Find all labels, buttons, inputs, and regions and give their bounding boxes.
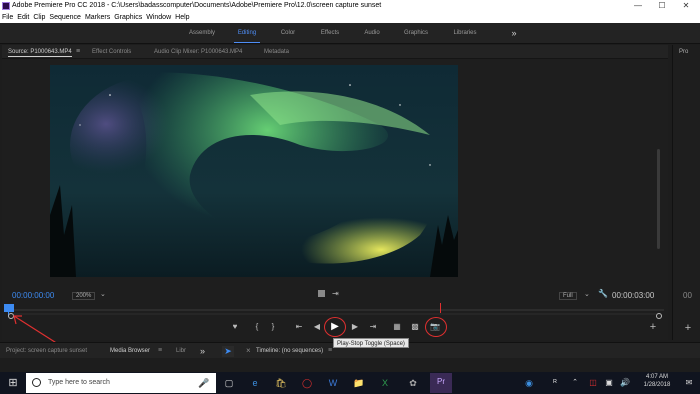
tab-project[interactable]: Project: screen capture sunset [6, 343, 87, 359]
search-icon [32, 378, 41, 387]
duration-timecode: 00:00:03:00 [612, 291, 655, 300]
export-frame-highlight [425, 317, 447, 337]
out-handle[interactable] [656, 313, 662, 319]
chrome-icon[interactable]: ◉ [520, 374, 538, 392]
go-to-in-icon[interactable]: ⇤ [292, 320, 306, 334]
step-back-icon[interactable]: ◀ [310, 320, 324, 334]
workspace-tab-editing[interactable]: Editing [229, 23, 265, 44]
transport-controls: ♥ { } ⇤ ◀ ▶ ▶ ⇥ ▦ ▩ 📷 + [0, 317, 700, 337]
menu-bar: File Edit Clip Sequence Markers Graphics Windo… [0, 12, 700, 23]
tab-libraries[interactable]: Libr [176, 343, 186, 359]
close-timeline-button[interactable]: × [246, 343, 251, 359]
add-button-icon[interactable]: + [646, 320, 660, 334]
tab-media-browser[interactable]: Media Browser [110, 343, 150, 359]
creative-cloud-icon[interactable]: ◯ [298, 374, 316, 392]
task-view-icon[interactable]: ▢ [220, 374, 238, 392]
menu-file[interactable]: File [2, 14, 13, 21]
window-title: Adobe Premiere Pro CC 2018 - C:\Users\ba… [12, 2, 382, 9]
lower-tabs-overflow[interactable]: » [200, 343, 205, 359]
menu-sequence[interactable]: Sequence [49, 14, 81, 21]
tab-metadata[interactable]: Metadata [264, 45, 289, 59]
taskbar-search-box[interactable]: Type here to search 🎤 [26, 373, 216, 393]
aurora-image [50, 65, 458, 277]
play-button-highlight [324, 317, 346, 337]
workspace-tab-color[interactable]: Color [272, 23, 304, 44]
menu-clip[interactable]: Clip [33, 14, 45, 21]
zoom-select[interactable]: 200% [72, 292, 96, 300]
windows-start-icon[interactable]: ⊞ [4, 374, 22, 392]
workspace-tab-libraries[interactable]: Libraries [446, 23, 484, 44]
menu-markers[interactable]: Markers [85, 14, 110, 21]
menu-window[interactable]: Window [146, 14, 171, 21]
time-ruler[interactable] [4, 303, 664, 315]
menu-edit[interactable]: Edit [17, 14, 29, 21]
insert-icon[interactable]: ▦ [390, 320, 404, 334]
step-forward-icon[interactable]: ▶ [348, 320, 362, 334]
resolution-select[interactable]: Full [559, 292, 577, 300]
maximize-button[interactable]: ☐ [652, 0, 672, 12]
minimize-button[interactable]: — [628, 0, 648, 12]
tab-effect-controls[interactable]: Effect Controls [92, 45, 131, 59]
clock[interactable]: 4:07 AM 1/28/2018 [638, 374, 676, 394]
search-placeholder: Type here to search [48, 379, 110, 386]
insert-marker-icon[interactable]: ⇥ [332, 289, 339, 298]
app-icon[interactable]: ✿ [404, 374, 422, 392]
wrench-icon[interactable]: 🔧 [598, 289, 608, 298]
active-tab-underline [8, 56, 72, 57]
mark-in-icon[interactable]: { [250, 320, 264, 334]
settings-marker-icon[interactable] [318, 290, 325, 297]
notifications-icon[interactable]: ✉ [680, 374, 698, 392]
workspaces-overflow-button[interactable]: » [506, 23, 522, 44]
workspace-tab-assembly[interactable]: Assembly [182, 23, 222, 44]
excel-icon[interactable]: X [376, 374, 394, 392]
zoom-dropdown-chevron-icon[interactable]: ⌄ [100, 290, 106, 298]
out-point-marker [440, 303, 441, 313]
current-timecode[interactable]: 00:00:00:00 [12, 291, 54, 300]
edge-browser-icon[interactable]: e [246, 374, 264, 392]
word-icon[interactable]: W [324, 374, 342, 392]
play-stop-tooltip: Play-Stop Toggle (Space) [333, 338, 409, 348]
timeline-menu[interactable]: ≡ [328, 343, 332, 359]
program-add-icon[interactable]: + [681, 321, 695, 335]
source-monitor-panel: Source: P1000643.MP4 ≡ Effect Controls A… [2, 45, 668, 340]
program-panel-edge: Pro 00 + [672, 45, 700, 340]
go-to-out-icon[interactable]: ⇥ [366, 320, 380, 334]
volume-icon[interactable]: 🔊 [616, 374, 634, 392]
title-bar: Adobe Premiere Pro CC 2018 - C:\Users\ba… [0, 0, 700, 12]
ruler-ticks [4, 309, 664, 315]
close-button[interactable]: ✕ [676, 0, 696, 12]
tab-timeline[interactable]: Timeline: (no sequences) [256, 343, 323, 359]
media-browser-menu[interactable]: ≡ [158, 343, 162, 359]
people-icon[interactable]: ᴿ [546, 374, 564, 392]
clock-date: 1/28/2018 [643, 382, 671, 388]
mark-out-icon[interactable]: } [266, 320, 280, 334]
resolution-dropdown-chevron-icon[interactable]: ⌄ [584, 290, 590, 298]
source-video-frame [50, 65, 458, 277]
menu-graphics[interactable]: Graphics [114, 14, 142, 21]
store-icon[interactable]: 🛍 [272, 374, 290, 392]
menu-help[interactable]: Help [175, 14, 189, 21]
workspace-bar: Assembly Editing Color Effects Audio Gra… [0, 23, 700, 44]
file-explorer-icon[interactable]: 📁 [350, 374, 368, 392]
playhead[interactable] [4, 304, 14, 312]
workspace-tab-graphics[interactable]: Graphics [396, 23, 436, 44]
selection-tool-icon[interactable]: ➤ [222, 346, 234, 357]
tab-audio-clip-mixer[interactable]: Audio Clip Mixer: P1000643.MP4 [154, 45, 242, 59]
tray-chevron-icon[interactable]: ⌃ [566, 374, 584, 392]
premiere-app-icon [2, 2, 10, 10]
source-panel-tabs: Source: P1000643.MP4 ≡ Effect Controls A… [2, 45, 668, 59]
program-timecode: 00 [683, 291, 692, 300]
premiere-taskbar-icon[interactable]: Pr [430, 373, 452, 393]
program-tab[interactable]: Pro [679, 49, 688, 55]
workspace-tab-effects[interactable]: Effects [312, 23, 348, 44]
add-marker-icon[interactable]: ♥ [228, 320, 242, 334]
workspace-tab-audio[interactable]: Audio [356, 23, 388, 44]
source-panel-menu[interactable]: ≡ [76, 45, 80, 59]
active-workspace-underline [234, 42, 260, 43]
microphone-icon[interactable]: 🎤 [198, 373, 209, 393]
vertical-scrollbar[interactable] [657, 149, 660, 249]
overwrite-icon[interactable]: ▩ [408, 320, 422, 334]
clock-time: 4:07 AM [645, 374, 668, 380]
